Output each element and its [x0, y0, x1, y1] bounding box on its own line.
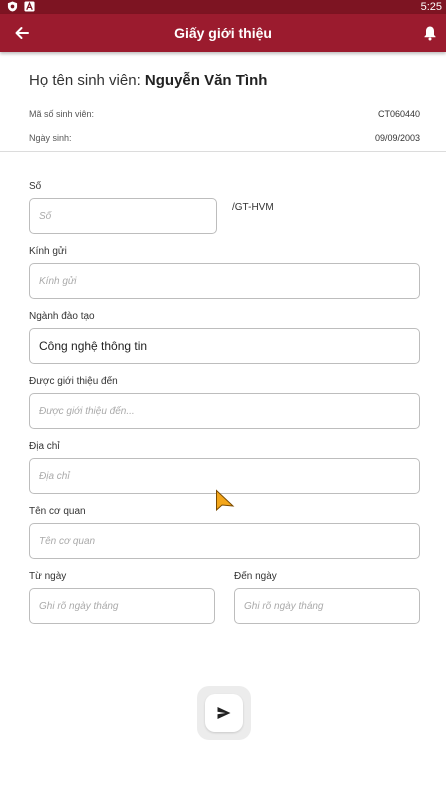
tu-ngay-label: Từ ngày: [29, 571, 67, 582]
co-quan-input[interactable]: Tên cơ quan: [29, 523, 420, 559]
send-button[interactable]: [205, 694, 243, 732]
nganh-input[interactable]: Công nghệ thông tin: [29, 328, 420, 364]
student-dob-row: Ngày sinh: 09/09/2003: [29, 133, 420, 143]
so-input[interactable]: Số: [29, 198, 217, 234]
gioi-thieu-den-input[interactable]: Được giới thiệu đến...: [29, 393, 420, 429]
den-ngay-label: Đến ngày: [234, 571, 277, 582]
app-bar: Giấy giới thiệu: [0, 14, 446, 52]
student-name: Nguyễn Văn Tình: [144, 72, 268, 89]
student-id-row: Mã số sinh viên: CT060440: [29, 109, 420, 119]
student-id-value: CT060440: [377, 109, 420, 119]
student-dob-value: 09/09/2003: [374, 133, 420, 143]
mouse-cursor-icon: [216, 489, 235, 512]
nganh-label: Ngành đào tạo: [29, 311, 95, 322]
student-dob-label: Ngày sinh:: [29, 133, 72, 143]
student-name-label: Họ tên sinh viên:: [29, 72, 145, 89]
status-bar: 5:25: [0, 0, 446, 14]
so-label: Số: [29, 181, 42, 192]
dia-chi-label: Địa chỉ: [29, 441, 60, 452]
kinh-gui-label: Kính gửi: [29, 246, 67, 257]
status-icons: [7, 1, 35, 12]
bell-icon[interactable]: [422, 25, 438, 41]
status-time: 5:25: [420, 1, 442, 13]
a-icon: [24, 1, 35, 12]
student-name-line: Họ tên sinh viên: Nguyễn Văn Tình: [29, 72, 267, 89]
divider: [0, 151, 446, 152]
send-icon: [217, 707, 231, 719]
page-title: Giấy giới thiệu: [174, 25, 272, 41]
student-id-label: Mã số sinh viên:: [29, 109, 95, 119]
den-ngay-input[interactable]: Ghi rõ ngày tháng: [234, 588, 420, 624]
co-quan-label: Tên cơ quan: [29, 506, 86, 517]
kinh-gui-input[interactable]: Kính gửi: [29, 263, 420, 299]
so-suffix: /GT-HVM: [232, 202, 274, 213]
gioi-thieu-den-label: Được giới thiệu đến: [29, 376, 118, 387]
send-button-container: [197, 686, 251, 740]
tu-ngay-input[interactable]: Ghi rõ ngày tháng: [29, 588, 215, 624]
shield-icon: [7, 1, 18, 12]
